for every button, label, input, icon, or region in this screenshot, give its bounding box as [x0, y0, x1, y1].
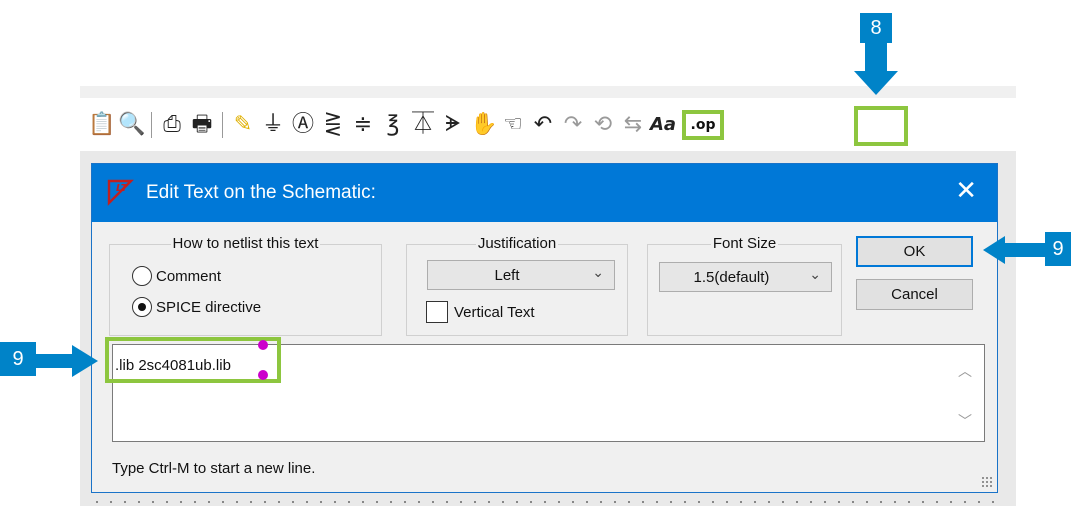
- rotate-icon[interactable]: ⟲: [590, 110, 616, 140]
- text-anchor-pin: [258, 370, 268, 380]
- ltspice-logo-icon: LT: [107, 179, 134, 206]
- diode-icon[interactable]: ⏄: [410, 110, 436, 140]
- inductor-icon[interactable]: ℥: [380, 110, 406, 140]
- netlist-mode-legend: How to netlist this text: [170, 235, 321, 252]
- label-net-icon[interactable]: Ⓐ: [290, 110, 316, 140]
- undo-icon[interactable]: ↶: [530, 110, 556, 140]
- chevron-down-icon: ⌄: [809, 267, 821, 283]
- vertical-text-checkbox[interactable]: Vertical Text: [426, 301, 535, 323]
- spice-directive-button[interactable]: .op: [682, 110, 724, 140]
- vertical-text-label: Vertical Text: [454, 303, 535, 321]
- resistor-icon[interactable]: ⋛: [320, 110, 346, 140]
- hint-text: Type Ctrl-M to start a new line.: [112, 460, 316, 477]
- text-icon[interactable]: Aa: [650, 110, 676, 140]
- print-icon[interactable]: 🖶: [189, 110, 215, 140]
- move-icon[interactable]: ✋: [470, 110, 497, 140]
- paste-icon[interactable]: 📋: [88, 110, 115, 140]
- print-preview-icon[interactable]: ⎙: [159, 110, 185, 140]
- radio-button-selected[interactable]: [132, 297, 152, 317]
- draw-wire-icon[interactable]: ✎: [230, 110, 256, 140]
- scroll-down-icon[interactable]: ﹀: [958, 411, 972, 431]
- toolbar-separator: [222, 112, 223, 138]
- drag-icon[interactable]: ☜: [500, 110, 526, 140]
- dialog-titlebar: LT Edit Text on the Schematic: ✕: [92, 164, 997, 222]
- scroll-up-icon[interactable]: ︿: [958, 361, 972, 381]
- comment-radio[interactable]: Comment: [132, 266, 221, 286]
- callout-marker-9: 9: [0, 342, 36, 376]
- edit-text-dialog: LT Edit Text on the Schematic: ✕ How to …: [91, 163, 998, 493]
- resize-grip-icon[interactable]: [981, 476, 993, 488]
- comment-radio-label: Comment: [156, 267, 222, 285]
- chevron-down-icon: ⌄: [592, 265, 604, 281]
- justification-value: Left: [494, 267, 520, 284]
- redo-icon[interactable]: ↷: [560, 110, 586, 140]
- capacitor-icon[interactable]: ≑: [350, 110, 376, 140]
- mirror-icon[interactable]: ⇆: [620, 110, 646, 140]
- close-icon[interactable]: ✕: [955, 176, 977, 206]
- callout-marker-8: 8: [860, 13, 892, 43]
- spice-directive-radio[interactable]: SPICE directive: [132, 297, 261, 317]
- cancel-button[interactable]: Cancel: [856, 279, 973, 310]
- justification-select[interactable]: Left ⌄: [427, 260, 615, 290]
- ok-button[interactable]: OK: [856, 236, 973, 267]
- component-icon[interactable]: ᗘ: [440, 110, 466, 140]
- annotation-highlight-box: [854, 106, 908, 146]
- callout-marker-9: 9: [1045, 232, 1071, 266]
- ground-icon[interactable]: ⏚: [260, 110, 286, 140]
- spice-directive-radio-label: SPICE directive: [156, 298, 262, 316]
- find-icon[interactable]: 🔍: [118, 110, 145, 140]
- netlist-mode-group: How to netlist this text: [109, 235, 382, 336]
- toolbar-separator: [151, 112, 152, 138]
- font-size-legend: Font Size: [710, 235, 779, 252]
- radio-button[interactable]: [132, 266, 152, 286]
- checkbox[interactable]: [426, 301, 448, 323]
- svg-text:LT: LT: [116, 183, 129, 194]
- dialog-title: Edit Text on the Schematic:: [146, 182, 376, 203]
- text-anchor-pin: [258, 340, 268, 350]
- font-size-value: 1.5(default): [693, 269, 770, 286]
- annotation-highlight-box: [105, 337, 281, 383]
- font-size-select[interactable]: 1.5(default) ⌄: [659, 262, 832, 292]
- justification-legend: Justification: [475, 235, 559, 252]
